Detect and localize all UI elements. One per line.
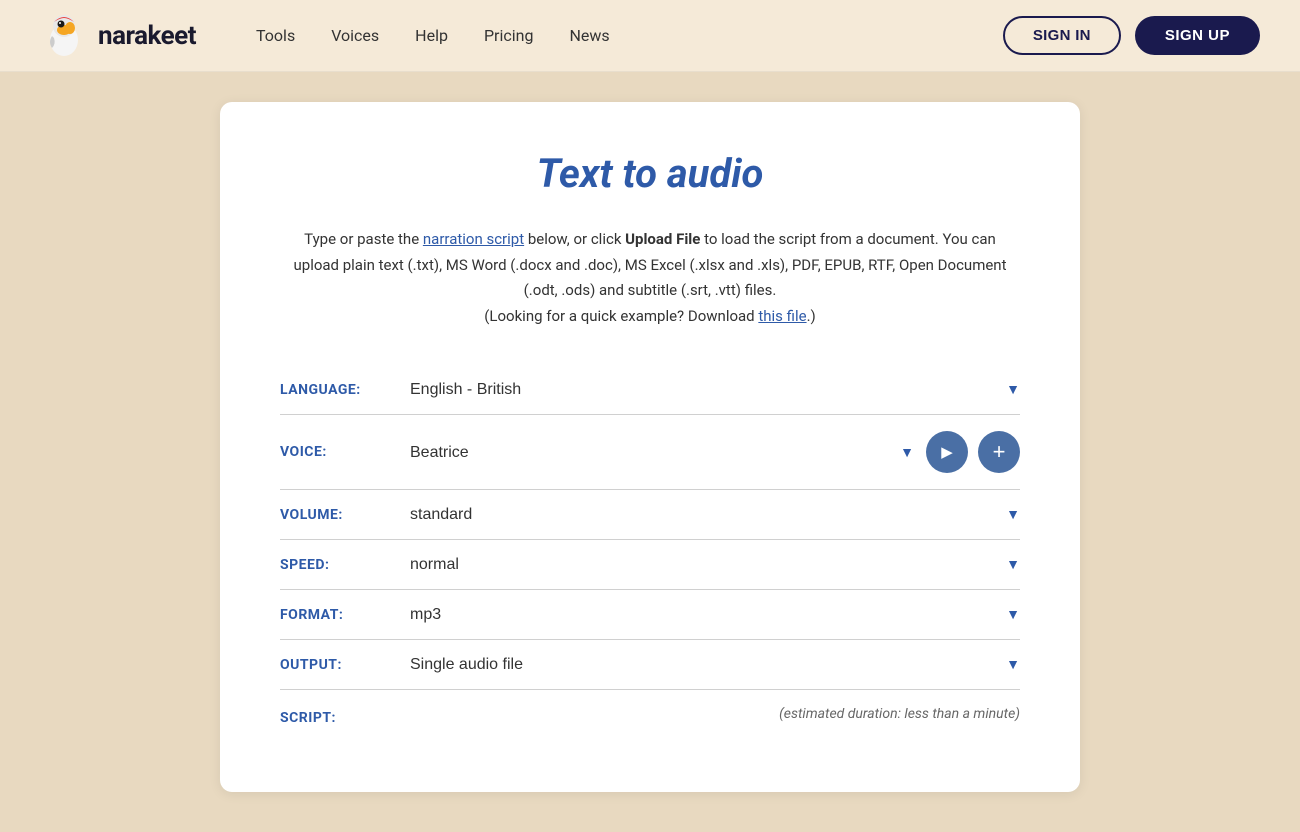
nav-voices[interactable]: Voices [331, 26, 379, 45]
output-select[interactable]: Single audio file Multiple audio files A… [410, 656, 1020, 673]
navbar: narakeet Tools Voices Help Pricing News … [0, 0, 1300, 72]
voice-select[interactable]: Beatrice Alice Bob Charlie [410, 444, 914, 461]
voice-actions: ▶ + [926, 431, 1020, 473]
narration-script-link[interactable]: narration script [423, 230, 524, 248]
example-end: .) [807, 307, 816, 325]
logo-link[interactable]: narakeet [40, 12, 196, 60]
nav-help[interactable]: Help [415, 26, 448, 45]
language-select[interactable]: English - British English - American Eng… [410, 381, 1020, 398]
volume-row: VOLUME: standard loud soft x-loud x-soft… [280, 490, 1020, 540]
signup-button[interactable]: SIGN UP [1135, 16, 1260, 55]
speed-row: SPEED: normal slow fast x-slow x-fast ▼ [280, 540, 1020, 590]
nav-news[interactable]: News [569, 26, 609, 45]
output-label: OUTPUT: [280, 657, 410, 673]
format-select[interactable]: mp3 wav ogg m4a [410, 606, 1020, 623]
nav-links: Tools Voices Help Pricing News [256, 26, 610, 45]
volume-label: VOLUME: [280, 507, 410, 523]
desc-part2: below, or click [524, 230, 625, 248]
format-row: FORMAT: mp3 wav ogg m4a ▼ [280, 590, 1020, 640]
plus-icon: + [993, 441, 1006, 463]
language-row: LANGUAGE: English - British English - Am… [280, 365, 1020, 415]
description-text: Type or paste the narration script below… [280, 227, 1020, 329]
speed-select-wrapper: normal slow fast x-slow x-fast ▼ [410, 556, 1020, 573]
output-row: OUTPUT: Single audio file Multiple audio… [280, 640, 1020, 690]
main-content: Text to audio Type or paste the narratio… [0, 72, 1300, 832]
example-text: (Looking for a quick example? Download [484, 307, 758, 325]
voice-select-wrapper: Beatrice Alice Bob Charlie ▼ [410, 444, 914, 461]
language-label: LANGUAGE: [280, 382, 410, 398]
script-duration-estimate: (estimated duration: less than a minute) [410, 706, 1020, 722]
volume-select[interactable]: standard loud soft x-loud x-soft [410, 506, 1020, 523]
script-label: SCRIPT: [280, 706, 410, 726]
signin-button[interactable]: SIGN IN [1003, 16, 1121, 55]
speed-label: SPEED: [280, 557, 410, 573]
volume-select-wrapper: standard loud soft x-loud x-soft ▼ [410, 506, 1020, 523]
this-file-link[interactable]: this file [758, 307, 806, 325]
nav-pricing[interactable]: Pricing [484, 26, 534, 45]
nav-tools[interactable]: Tools [256, 26, 295, 45]
upload-file-label: Upload File [625, 230, 700, 248]
format-label: FORMAT: [280, 607, 410, 623]
script-row: SCRIPT: (estimated duration: less than a… [280, 690, 1020, 742]
main-card: Text to audio Type or paste the narratio… [220, 102, 1080, 792]
logo-icon [40, 12, 88, 60]
voice-play-button[interactable]: ▶ [926, 431, 968, 473]
play-icon: ▶ [941, 443, 953, 461]
desc-part1: Type or paste the [304, 230, 423, 248]
nav-actions: SIGN IN SIGN UP [1003, 16, 1260, 55]
speed-select[interactable]: normal slow fast x-slow x-fast [410, 556, 1020, 573]
voice-label: VOICE: [280, 444, 410, 460]
format-select-wrapper: mp3 wav ogg m4a ▼ [410, 606, 1020, 623]
voice-add-button[interactable]: + [978, 431, 1020, 473]
page-title: Text to audio [280, 150, 1020, 197]
language-select-wrapper: English - British English - American Eng… [410, 381, 1020, 398]
logo-text: narakeet [98, 21, 196, 51]
voice-row: VOICE: Beatrice Alice Bob Charlie ▼ ▶ + [280, 415, 1020, 490]
output-select-wrapper: Single audio file Multiple audio files A… [410, 656, 1020, 673]
